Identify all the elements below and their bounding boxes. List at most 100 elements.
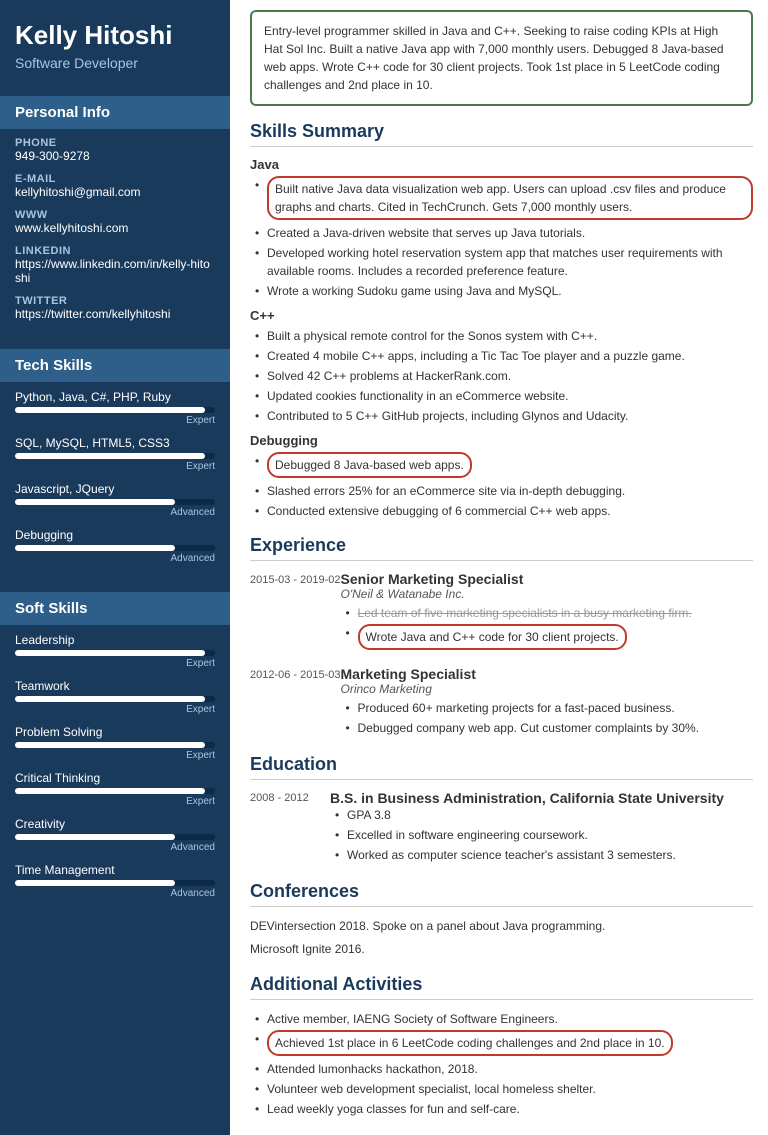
skill-level: Expert bbox=[15, 750, 215, 761]
sidebar: Kelly Hitoshi Software Developer Persona… bbox=[0, 0, 230, 1135]
personal-info-section: Personal Info Phone949-300-9278E-mailkel… bbox=[0, 96, 230, 339]
skill-level: Advanced bbox=[15, 888, 215, 899]
experience-details: Senior Marketing Specialist O'Neil & Wat… bbox=[341, 571, 753, 654]
bullet-item: Created a Java-driven website that serve… bbox=[255, 224, 753, 242]
debugging-label: Debugging bbox=[250, 433, 753, 448]
skill-name: Debugging bbox=[15, 528, 215, 542]
education-title: Education bbox=[250, 754, 753, 780]
skill-bar bbox=[15, 545, 175, 551]
java-bullets: Built native Java data visualization web… bbox=[250, 176, 753, 300]
soft-skill-item: Problem Solving Expert bbox=[15, 725, 215, 761]
skill-bar-container bbox=[15, 650, 215, 656]
contact-item: LinkedInhttps://www.linkedin.com/in/kell… bbox=[15, 245, 215, 285]
contact-item: Twitterhttps://twitter.com/kellyhitoshi bbox=[15, 295, 215, 321]
personal-info-content: Phone949-300-9278E-mailkellyhitoshi@gmai… bbox=[0, 129, 230, 339]
skill-bar bbox=[15, 499, 175, 505]
skill-bar-container bbox=[15, 834, 215, 840]
soft-skill-item: Leadership Expert bbox=[15, 633, 215, 669]
skill-level: Expert bbox=[15, 704, 215, 715]
bullet-item: Worked as computer science teacher's ass… bbox=[335, 846, 753, 864]
tech-skill-item: Javascript, JQuery Advanced bbox=[15, 482, 215, 518]
contact-value: https://twitter.com/kellyhitoshi bbox=[15, 307, 215, 321]
soft-skill-item: Creativity Advanced bbox=[15, 817, 215, 853]
skill-bar-container bbox=[15, 788, 215, 794]
bullet-item: Updated cookies functionality in an eCom… bbox=[255, 387, 753, 405]
edu-degree: B.S. in Business Administration, Califor… bbox=[330, 790, 753, 806]
activities-bullets: Active member, IAENG Society of Software… bbox=[250, 1010, 753, 1118]
soft-skills-content: Leadership Expert Teamwork Expert Proble… bbox=[0, 625, 230, 917]
skill-name: Problem Solving bbox=[15, 725, 215, 739]
tech-skill-item: SQL, MySQL, HTML5, CSS3 Expert bbox=[15, 436, 215, 472]
skill-level: Advanced bbox=[15, 507, 215, 518]
skill-bar-container bbox=[15, 499, 215, 505]
soft-skill-item: Critical Thinking Expert bbox=[15, 771, 215, 807]
job-company: O'Neil & Watanabe Inc. bbox=[341, 587, 753, 601]
skill-bar bbox=[15, 696, 205, 702]
skill-name: Creativity bbox=[15, 817, 215, 831]
bullet-item: Created 4 mobile C++ apps, including a T… bbox=[255, 347, 753, 365]
skill-bar bbox=[15, 742, 205, 748]
bullet-item: Led team of five marketing specialists i… bbox=[346, 604, 753, 622]
experience-bullets: Led team of five marketing specialists i… bbox=[341, 604, 753, 652]
contact-value: kellyhitoshi@gmail.com bbox=[15, 185, 215, 199]
bullet-item: Wrote a working Sudoku game using Java a… bbox=[255, 282, 753, 300]
skill-bar-container bbox=[15, 545, 215, 551]
sidebar-header: Kelly Hitoshi Software Developer bbox=[0, 0, 230, 86]
main-content: Entry-level programmer skilled in Java a… bbox=[230, 0, 768, 1135]
cpp-subsection: C++ Built a physical remote control for … bbox=[250, 308, 753, 425]
candidate-name: Kelly Hitoshi bbox=[15, 20, 215, 51]
soft-skill-item: Teamwork Expert bbox=[15, 679, 215, 715]
bullet-item: Active member, IAENG Society of Software… bbox=[255, 1010, 753, 1028]
tech-skills-content: Python, Java, C#, PHP, Ruby Expert SQL, … bbox=[0, 382, 230, 582]
bullet-item: Built native Java data visualization web… bbox=[255, 176, 753, 222]
contact-value: www.kellyhitoshi.com bbox=[15, 221, 215, 235]
skill-name: Leadership bbox=[15, 633, 215, 647]
soft-skills-header: Soft Skills bbox=[0, 592, 230, 625]
contact-label: WWW bbox=[15, 209, 215, 221]
experience-date: 2015-03 - 2019-02 bbox=[250, 571, 341, 654]
highlighted-bullet: Achieved 1st place in 6 LeetCode coding … bbox=[267, 1030, 673, 1056]
skill-name: Critical Thinking bbox=[15, 771, 215, 785]
java-subsection: Java Built native Java data visualizatio… bbox=[250, 157, 753, 300]
bullet-item: Developed working hotel reservation syst… bbox=[255, 244, 753, 280]
tech-skill-item: Debugging Advanced bbox=[15, 528, 215, 564]
skill-bar bbox=[15, 834, 175, 840]
bullet-item: Wrote Java and C++ code for 30 client pr… bbox=[346, 624, 753, 652]
bullet-item: Volunteer web development specialist, lo… bbox=[255, 1080, 753, 1098]
bullet-item: Debugged 8 Java-based web apps. bbox=[255, 452, 753, 480]
activities-title: Additional Activities bbox=[250, 974, 753, 1000]
personal-info-header: Personal Info bbox=[0, 96, 230, 129]
job-company: Orinco Marketing bbox=[341, 682, 753, 696]
bullet-item: Slashed errors 25% for an eCommerce site… bbox=[255, 482, 753, 500]
bullet-item: Produced 60+ marketing projects for a fa… bbox=[346, 699, 753, 717]
skill-level: Expert bbox=[15, 658, 215, 669]
experience-entry: 2015-03 - 2019-02 Senior Marketing Speci… bbox=[250, 571, 753, 654]
tech-skills-section: Tech Skills Python, Java, C#, PHP, Ruby … bbox=[0, 349, 230, 582]
experience-entry: 2012-06 - 2015-03 Marketing Specialist O… bbox=[250, 666, 753, 739]
skill-level: Advanced bbox=[15, 842, 215, 853]
contact-label: E-mail bbox=[15, 173, 215, 185]
cpp-label: C++ bbox=[250, 308, 753, 323]
skill-bar-container bbox=[15, 453, 215, 459]
java-label: Java bbox=[250, 157, 753, 172]
skill-name: Javascript, JQuery bbox=[15, 482, 215, 496]
highlighted-bullet: Built native Java data visualization web… bbox=[267, 176, 753, 220]
education-entry: 2008 - 2012 B.S. in Business Administrat… bbox=[250, 790, 753, 866]
resume-container: Kelly Hitoshi Software Developer Persona… bbox=[0, 0, 768, 1135]
experience-date: 2012-06 - 2015-03 bbox=[250, 666, 341, 739]
skill-bar bbox=[15, 880, 175, 886]
highlighted-bullet: Debugged 8 Java-based web apps. bbox=[267, 452, 472, 478]
job-title: Marketing Specialist bbox=[341, 666, 753, 682]
skill-bar-container bbox=[15, 742, 215, 748]
conference-item: Microsoft Ignite 2016. bbox=[250, 940, 753, 959]
highlighted-bullet: Wrote Java and C++ code for 30 client pr… bbox=[358, 624, 627, 650]
debugging-bullets: Debugged 8 Java-based web apps. Slashed e… bbox=[250, 452, 753, 520]
bullet-item: Lead weekly yoga classes for fun and sel… bbox=[255, 1100, 753, 1118]
skill-bar-container bbox=[15, 696, 215, 702]
tech-skill-item: Python, Java, C#, PHP, Ruby Expert bbox=[15, 390, 215, 426]
skill-name: Time Management bbox=[15, 863, 215, 877]
conferences-list: DEVintersection 2018. Spoke on a panel a… bbox=[250, 917, 753, 959]
skill-bar bbox=[15, 453, 205, 459]
skill-bar bbox=[15, 407, 205, 413]
skill-level: Expert bbox=[15, 415, 215, 426]
